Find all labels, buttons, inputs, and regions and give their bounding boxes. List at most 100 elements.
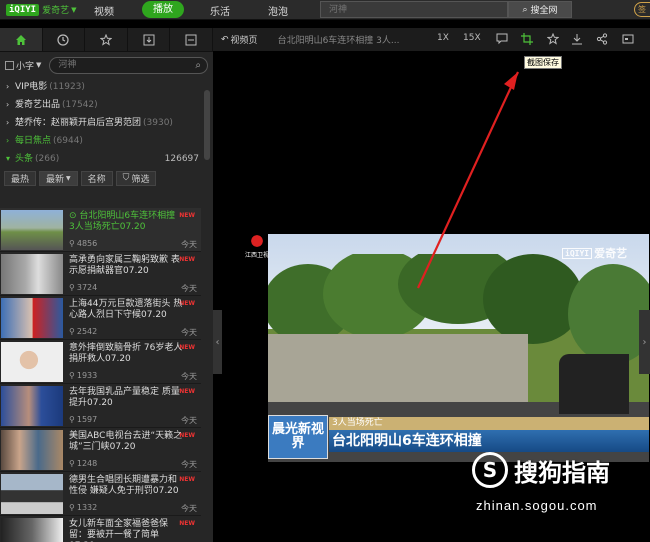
- nav-tab-video[interactable]: 视频: [94, 3, 114, 18]
- chevron-down-icon: ▾: [6, 154, 11, 163]
- nav-tab-paopao[interactable]: 泡泡: [268, 3, 288, 18]
- sort-latest-button[interactable]: 最新 ▼: [39, 170, 78, 186]
- station-emblem: [246, 232, 268, 250]
- video-date: 今天: [181, 328, 197, 337]
- chevron-right-icon: ›: [6, 82, 10, 91]
- signin-badge[interactable]: 签: [634, 2, 650, 17]
- speed-1x-button[interactable]: 1X: [437, 33, 449, 43]
- video-item[interactable]: NEW ⊙ 台北阳明山6车连环相撞 3人当场死亡07.20 ⚲ 4856 今天: [0, 208, 201, 252]
- download-icon: [143, 34, 155, 45]
- logo-badge: iQIYI: [6, 3, 40, 16]
- left-tab-row: [0, 28, 213, 52]
- download-icon: [572, 34, 582, 45]
- category-label: 楚乔传：赵丽颖开启后宫男范团: [15, 118, 142, 128]
- screenshot-button[interactable]: [521, 33, 533, 48]
- danmaku-button[interactable]: [496, 33, 508, 48]
- user-icon: ⚲: [69, 371, 75, 380]
- chevron-right-icon: ›: [6, 136, 10, 145]
- left-search-input[interactable]: [50, 57, 184, 73]
- category-vip-movie[interactable]: › VIP电影 (11923): [0, 78, 213, 96]
- video-item[interactable]: NEW 去年我国乳品产量稳定 质量提升07.20 ⚲ 1597 今天: [0, 384, 201, 428]
- view-count: 1597: [76, 415, 98, 424]
- logo-name: 爱奇艺: [42, 6, 70, 16]
- video-item[interactable]: NEW 高承勇向家属三鞠躬致歉 表示愿捐献器官07.20 ⚲ 3724 今天: [0, 252, 201, 296]
- font-size-select[interactable]: 小字 ▼: [5, 59, 41, 72]
- nav-tab-play[interactable]: 播放: [142, 1, 184, 18]
- list-icon: [185, 34, 197, 45]
- category-count: (266): [35, 154, 60, 164]
- mini-player-icon: [622, 34, 634, 44]
- view-count: 2542: [76, 327, 98, 336]
- home-tab[interactable]: [0, 28, 43, 51]
- view-count: 1332: [76, 503, 98, 512]
- category-label: 爱奇艺出品: [15, 100, 61, 110]
- chevron-right-icon: ›: [642, 336, 647, 348]
- video-views: ⚲ 4856: [69, 239, 97, 248]
- search-all-button[interactable]: ⌕ 搜全网: [508, 1, 572, 18]
- chevron-left-icon: ‹: [215, 336, 220, 348]
- sort-hot-button[interactable]: 最热: [4, 170, 37, 186]
- star-icon: [546, 32, 560, 45]
- video-date: 今天: [181, 284, 197, 293]
- video-date: 今天: [181, 460, 197, 469]
- share-icon: [596, 33, 608, 45]
- video-item[interactable]: NEW 意外摔倒致脑骨折 76岁老人捐肝救人07.20 ⚲ 1933 今天: [0, 340, 201, 384]
- sort-name-button[interactable]: 名称: [80, 170, 113, 186]
- category-iqiyi-original[interactable]: › 爱奇艺出品 (17542): [0, 96, 213, 114]
- video-list: NEW ⊙ 台北阳明山6车连环相撞 3人当场死亡07.20 ⚲ 4856 今天 N…: [0, 208, 201, 542]
- favorite-button[interactable]: [546, 32, 560, 48]
- category-label: 头条: [15, 154, 34, 164]
- category-chuqiaozhuan[interactable]: › 楚乔传：赵丽颖开启后宫男范团 (3930): [0, 114, 213, 132]
- back-arrow-icon: ↶: [221, 34, 229, 45]
- video-date: 今天: [181, 416, 197, 425]
- video-date: 今天: [181, 504, 197, 513]
- picture-in-picture-button[interactable]: [622, 33, 634, 48]
- video-item[interactable]: NEW 女儿新车面全家福爸爸保留：要被开一餐了简单07.20 今天: [0, 516, 201, 542]
- download-button[interactable]: [571, 33, 583, 48]
- video-title: 德男生合唱团长期遭暴力和性侵 嫌疑人免于刑罚07.20: [69, 475, 179, 496]
- top-search-box: [320, 1, 508, 18]
- category-headline[interactable]: ▾ 头条 (266) 126697: [0, 150, 213, 168]
- video-title: 美国ABC电视台去进“天籁之城”三门峡07.20: [69, 431, 183, 452]
- user-icon: ⚲: [69, 327, 75, 336]
- filter-button[interactable]: ⛉ 筛选: [115, 170, 157, 186]
- search-icon[interactable]: ⌕: [195, 60, 201, 71]
- speed-15x-button[interactable]: 15X: [463, 33, 481, 43]
- iqiyi-watermark: iQIYI 爱奇艺: [562, 245, 627, 261]
- video-date: 今天: [181, 240, 197, 249]
- video-item[interactable]: NEW 德男生合唱团长期遭暴力和性侵 嫌疑人免于刑罚07.20 ⚲ 1332 今天: [0, 472, 201, 516]
- history-tab[interactable]: [43, 28, 86, 51]
- font-size-label: 小字: [16, 61, 35, 72]
- playing-icon: ⊙: [69, 211, 77, 221]
- video-item[interactable]: NEW 上海44万元巨款遗落街头 热心路人烈日下守候07.20 ⚲ 2542 今天: [0, 296, 201, 340]
- nav-tab-lehuo[interactable]: 乐活: [210, 3, 230, 18]
- video-views: ⚲ 3724: [69, 283, 97, 292]
- video-thumbnail: [1, 518, 63, 542]
- sort-row: 最热 最新 ▼ 名称 ⛉ 筛选: [0, 168, 213, 188]
- user-icon: ⚲: [69, 239, 75, 248]
- category-daily-focus[interactable]: › 每日焦点 (6944): [0, 132, 213, 150]
- video-thumbnail: [1, 386, 63, 426]
- grid-icon: [5, 60, 14, 70]
- category-count: (17542): [62, 100, 98, 110]
- top-search-input[interactable]: [321, 2, 507, 17]
- collapse-right-handle[interactable]: ›: [639, 310, 650, 374]
- favorite-tab[interactable]: [85, 28, 128, 51]
- video-views: ⚲ 1933: [69, 371, 97, 380]
- user-icon: ⚲: [69, 503, 75, 512]
- share-button[interactable]: [596, 33, 608, 48]
- chevron-right-icon: ›: [6, 100, 10, 109]
- category-count: (6944): [53, 136, 83, 146]
- news-banner-main: 台北阳明山6车连环相撞: [329, 430, 649, 452]
- list-tab[interactable]: [170, 28, 213, 51]
- download-tab[interactable]: [128, 28, 171, 51]
- back-to-video-page-button[interactable]: ↶ 视频页: [221, 33, 258, 47]
- category-label: VIP电影: [15, 82, 48, 92]
- collapse-left-handle[interactable]: ‹: [213, 310, 222, 374]
- star-favorite-icon: [99, 33, 112, 46]
- search-all-label: 搜全网: [530, 6, 558, 16]
- crop-screenshot-icon: [521, 33, 533, 45]
- iqiyi-logo[interactable]: iQIYI 爱奇艺 ▼: [6, 2, 77, 17]
- video-item[interactable]: NEW 美国ABC电视台去进“天籁之城”三门峡07.20 ⚲ 1248 今天: [0, 428, 201, 472]
- list-scrollbar[interactable]: [204, 90, 210, 160]
